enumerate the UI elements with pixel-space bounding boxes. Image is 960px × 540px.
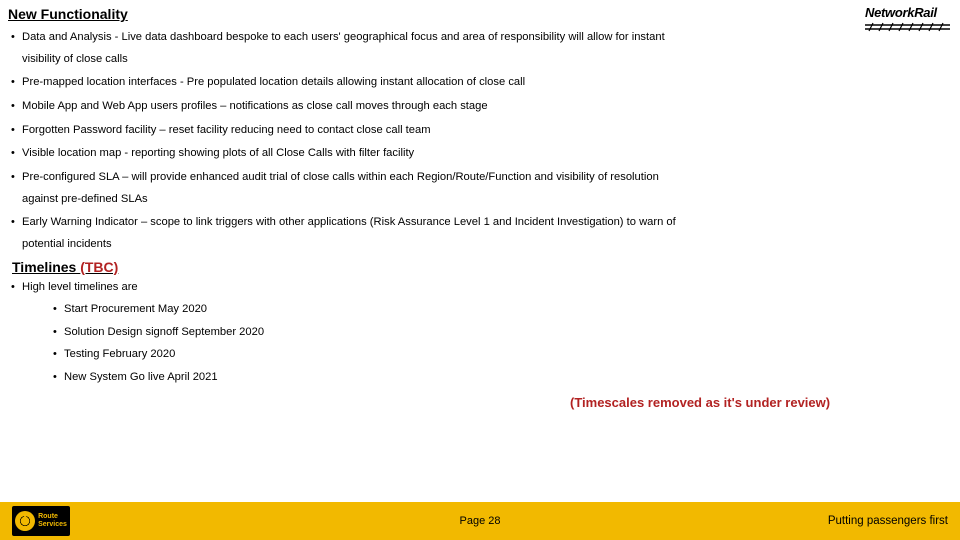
timelines-heading: Timelines (TBC)	[12, 259, 960, 275]
list-item: Visible location map - reporting showing…	[8, 142, 952, 166]
gear-map-icon	[15, 511, 35, 531]
list-item: Forgotten Password facility – reset faci…	[8, 119, 952, 143]
list-item: High level timelines are Start Procureme…	[8, 277, 952, 392]
list-item: Early Warning Indicator – scope to link …	[8, 211, 952, 256]
footer-left: Route Services	[12, 506, 70, 536]
timelines-list: High level timelines are Start Procureme…	[0, 277, 960, 392]
header: New Functionality	[0, 0, 960, 24]
list-item: Pre-mapped location interfaces - Pre pop…	[8, 71, 952, 95]
list-item: Data and Analysis - Live data dashboard …	[8, 26, 952, 71]
page-title: New Functionality	[8, 6, 128, 22]
list-item: Testing February 2020	[50, 343, 952, 366]
timelines-sublist: Start Procurement May 2020 Solution Desi…	[22, 298, 952, 388]
slide: NetworkRail New Functionality Data and A…	[0, 0, 960, 540]
badge-text: Route Services	[38, 513, 67, 529]
timelines-intro: High level timelines are	[22, 281, 138, 293]
page-number: Page 28	[460, 515, 501, 527]
footer-bar: Route Services Page 28 Putting passenger…	[0, 502, 960, 540]
functionality-list: Data and Analysis - Live data dashboard …	[0, 26, 960, 257]
timelines-heading-main: Timelines	[12, 259, 80, 275]
timelines-heading-tbc: (TBC)	[80, 259, 118, 275]
route-services-badge: Route Services	[12, 506, 70, 536]
list-item: Solution Design signoff September 2020	[50, 321, 952, 344]
list-item: Pre-configured SLA – will provide enhanc…	[8, 166, 952, 211]
footer-tagline: Putting passengers first	[828, 515, 948, 527]
list-item: New System Go live April 2021	[50, 366, 952, 389]
review-note: (Timescales removed as it's under review…	[570, 395, 830, 410]
list-item: Mobile App and Web App users profiles – …	[8, 95, 952, 119]
list-item: Start Procurement May 2020	[50, 298, 952, 321]
logo-text: NetworkRail	[865, 6, 950, 19]
